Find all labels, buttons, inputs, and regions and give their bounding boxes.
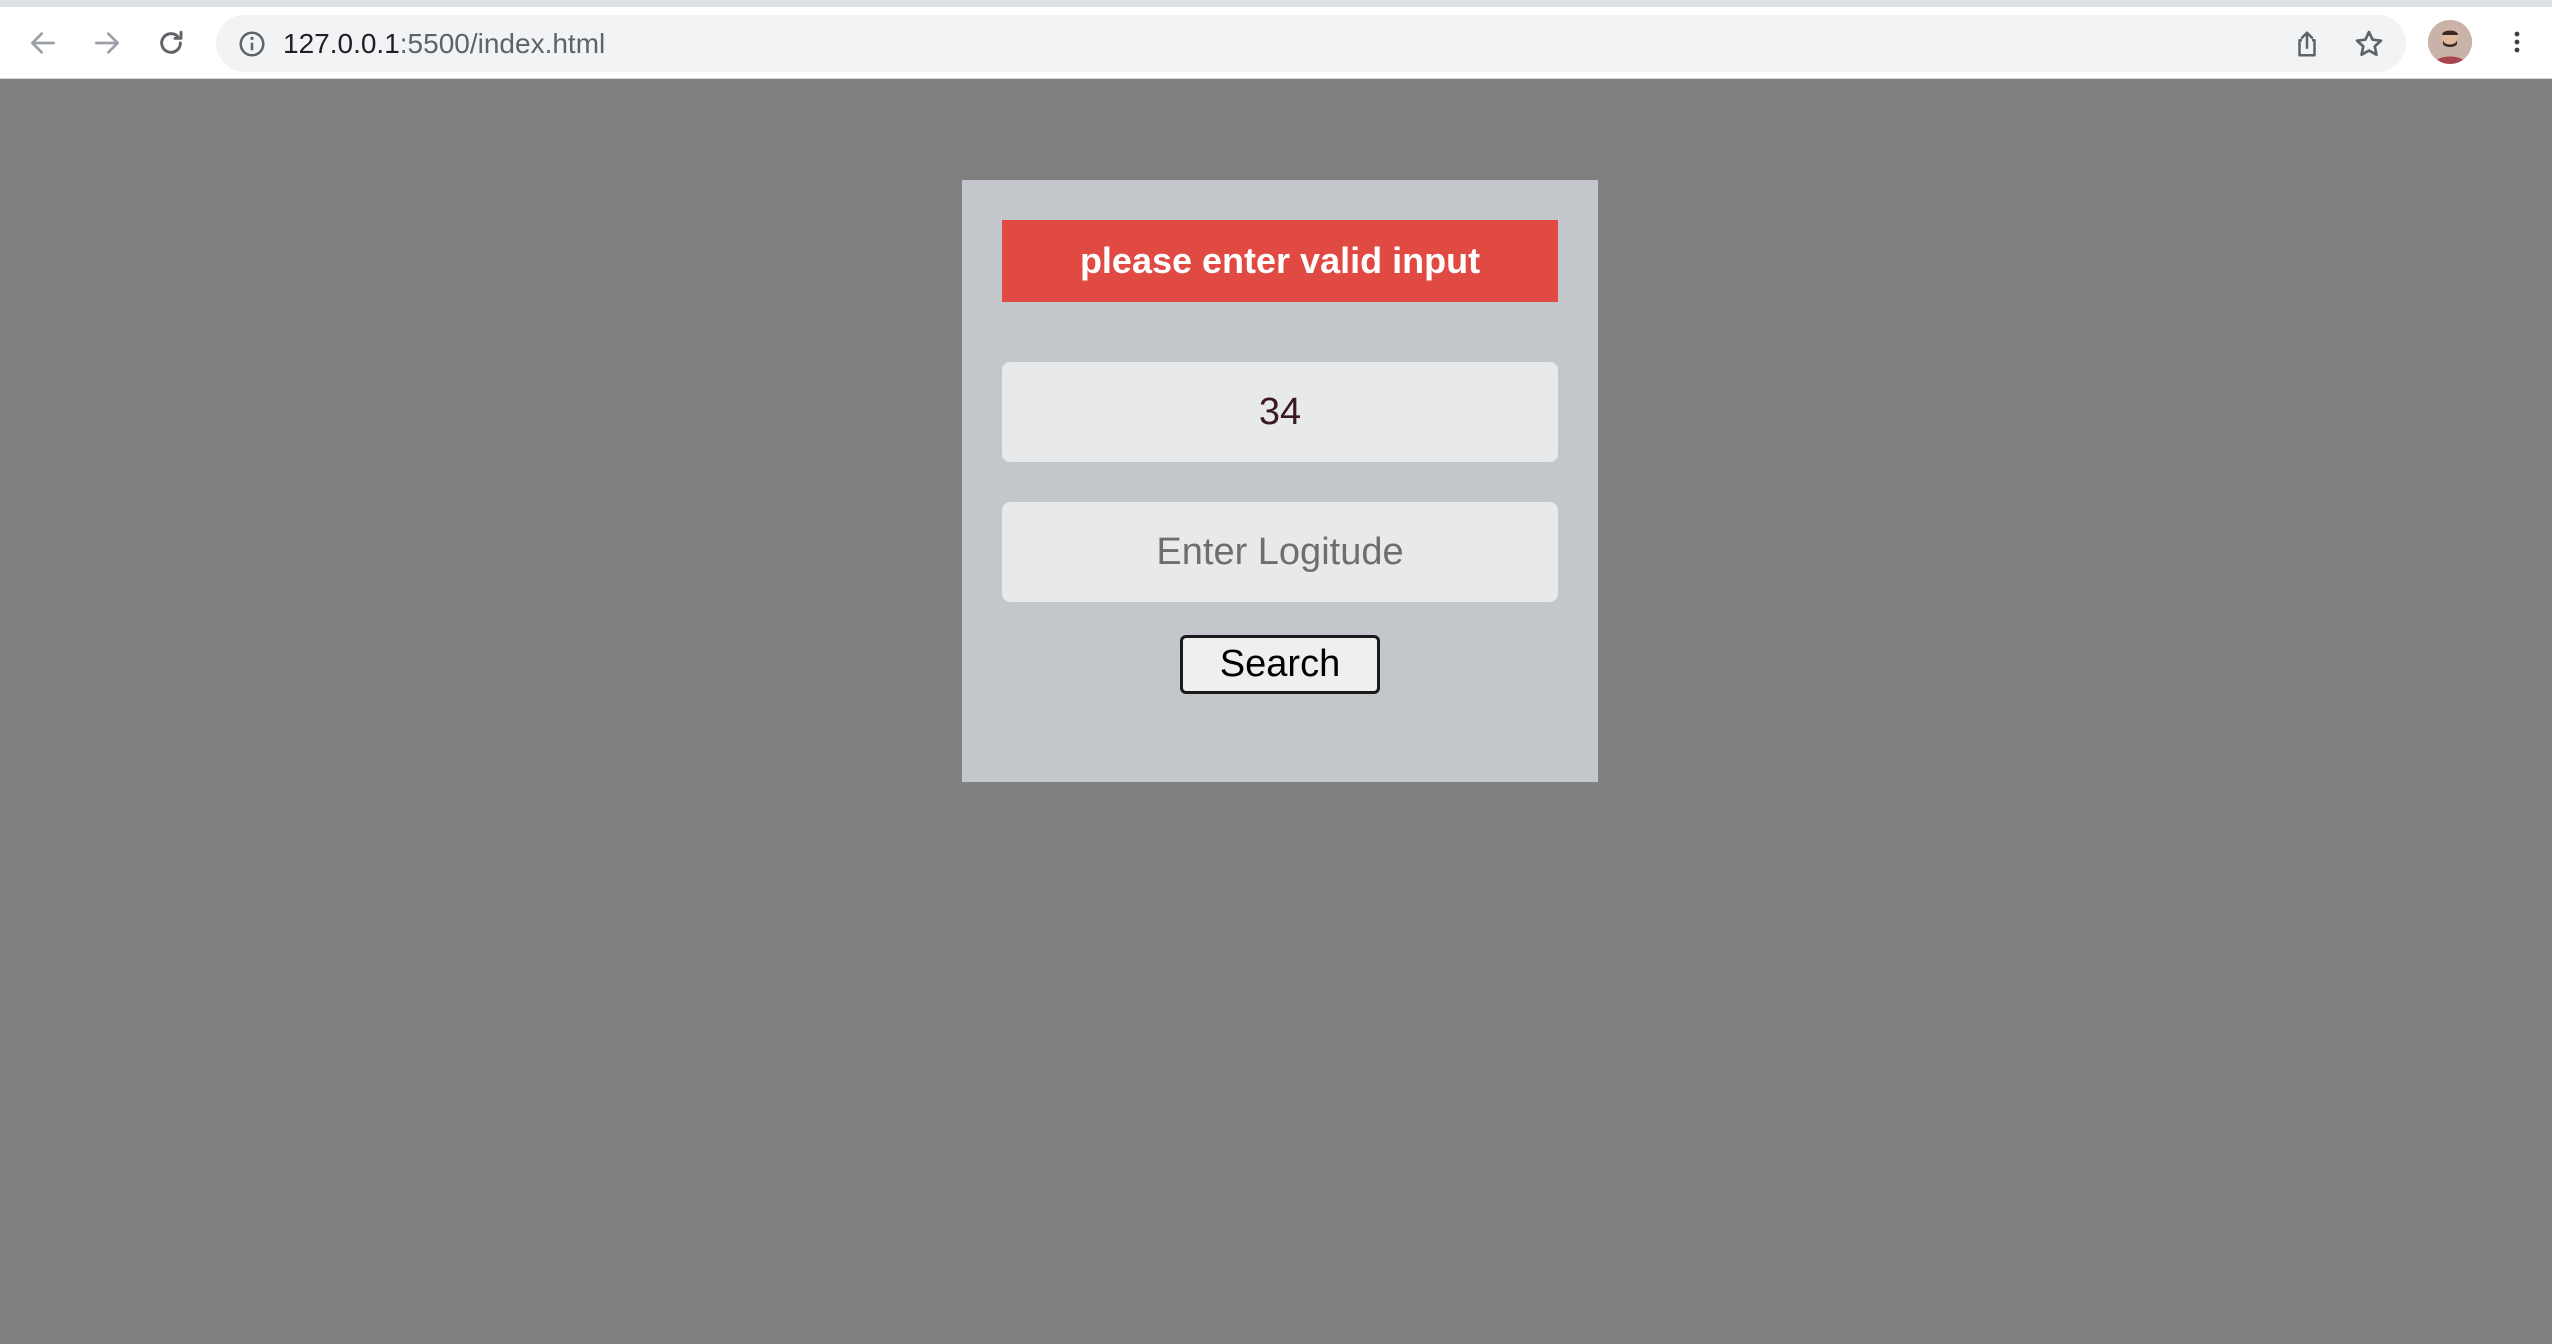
search-button[interactable]: Search (1180, 635, 1380, 694)
url-text[interactable]: 127.0.0.1:5500/index.html (283, 27, 605, 61)
share-icon[interactable] (2288, 25, 2326, 63)
kebab-menu-icon[interactable] (2497, 20, 2537, 64)
url-path: :5500/index.html (399, 28, 606, 59)
address-bar[interactable]: 127.0.0.1:5500/index.html (216, 15, 2406, 72)
error-message: please enter valid input (1002, 220, 1558, 302)
forward-arrow-icon (95, 32, 119, 54)
info-icon[interactable] (236, 28, 268, 60)
forward-button[interactable] (78, 14, 136, 72)
back-button[interactable] (14, 14, 72, 72)
browser-toolbar: 127.0.0.1:5500/index.html (0, 0, 2552, 79)
tab-strip-edge (0, 0, 2552, 7)
reload-button[interactable] (142, 14, 200, 72)
profile-avatar[interactable] (2428, 20, 2472, 64)
latitude-input[interactable] (1002, 362, 1558, 462)
longitude-input[interactable] (1002, 502, 1558, 602)
page-viewport: please enter valid input Search (0, 79, 2552, 1344)
star-icon[interactable] (2350, 25, 2388, 63)
avatar (2428, 20, 2472, 64)
coordinate-form-card: please enter valid input Search (962, 180, 1598, 782)
reload-icon (160, 30, 183, 54)
back-arrow-icon (31, 32, 55, 54)
url-host: 127.0.0.1 (283, 28, 400, 59)
